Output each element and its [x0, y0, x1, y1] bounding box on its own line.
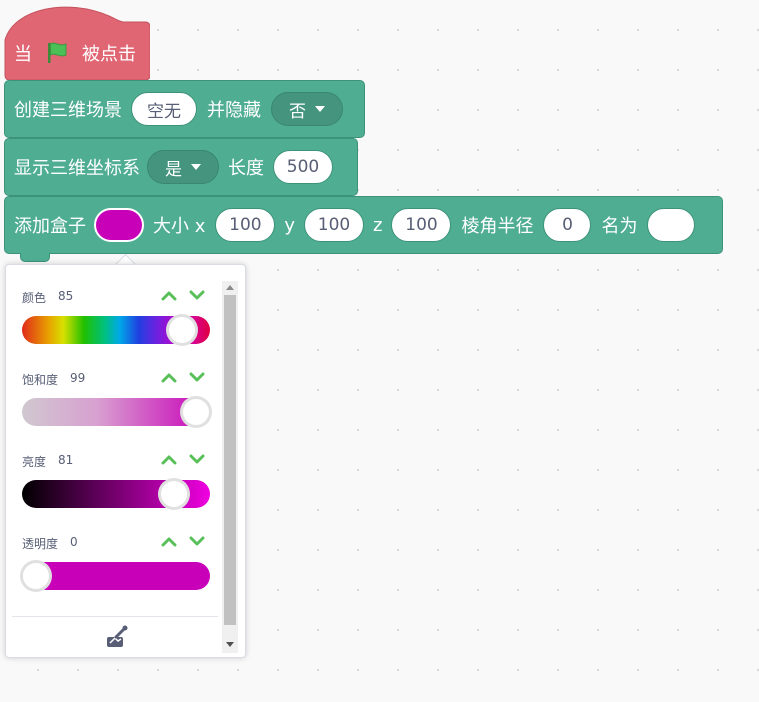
scroll-thumb[interactable]: [224, 295, 236, 625]
brightness-value: 81: [58, 453, 74, 467]
hue-value: 85: [58, 289, 74, 303]
brightness-increase-icon[interactable]: [161, 453, 177, 465]
transparency-row-label: 透明度 0: [22, 535, 78, 552]
brightness-slider-knob[interactable]: [158, 478, 191, 510]
create-3d-scene-block[interactable]: 创建三维场景 空无 并隐藏 否: [4, 80, 365, 138]
saturation-slider-knob[interactable]: [180, 396, 212, 428]
size-x-input[interactable]: 100: [215, 208, 276, 242]
add-box-block[interactable]: 添加盒子 大小 x 100 y 100 z 100 棱角半径 0 名为: [4, 196, 723, 254]
hue-increase-icon[interactable]: [161, 289, 177, 301]
add-box-label: 添加盒子: [14, 216, 86, 237]
scroll-up-icon[interactable]: [226, 285, 234, 290]
transparency-slider-knob[interactable]: [20, 560, 52, 592]
create-3d-scene-label: 创建三维场景: [14, 100, 122, 121]
scroll-down-icon[interactable]: [226, 642, 234, 647]
box-color-swatch[interactable]: [94, 208, 144, 242]
box-name-input[interactable]: [647, 208, 696, 242]
hide-dropdown-value: 否: [289, 101, 306, 122]
hue-row-label: 颜色 85: [22, 289, 73, 306]
name-as-label: 名为: [601, 216, 638, 237]
transparency-slider[interactable]: [20, 560, 210, 592]
and-hide-label: 并隐藏: [207, 100, 261, 121]
saturation-slider[interactable]: [22, 396, 212, 428]
show-3d-axes-label: 显示三维坐标系: [14, 158, 140, 179]
brightness-label: 亮度: [22, 455, 47, 469]
hat-prefix: 当: [14, 44, 32, 65]
length-label: 长度: [228, 158, 264, 179]
hue-label: 颜色: [22, 291, 47, 305]
brightness-row-label: 亮度 81: [22, 453, 73, 470]
hue-slider[interactable]: [22, 314, 210, 346]
color-picker-popup: 颜色 85 饱和度 99 亮度 81 透明度 0: [5, 264, 246, 658]
saturation-increase-icon[interactable]: [161, 371, 177, 383]
divider: [12, 616, 218, 617]
corner-radius-label: 棱角半径: [461, 216, 534, 237]
hat-block-label: 当 被点击: [14, 40, 136, 66]
green-flag-icon: [48, 42, 67, 63]
hat-suffix: 被点击: [82, 44, 136, 65]
saturation-decrease-icon[interactable]: [189, 371, 205, 383]
size-z-input[interactable]: 100: [391, 208, 452, 242]
block-notch: [20, 253, 50, 262]
size-x-label: 大小 x: [153, 216, 206, 237]
hide-dropdown[interactable]: 否: [271, 92, 343, 126]
transparency-decrease-icon[interactable]: [189, 535, 205, 547]
saturation-label: 饱和度: [22, 373, 59, 387]
corner-radius-input[interactable]: 0: [543, 208, 592, 242]
transparency-label: 透明度: [22, 537, 59, 551]
transparency-increase-icon[interactable]: [161, 535, 177, 547]
saturation-value: 99: [70, 371, 86, 385]
transparency-value: 0: [70, 535, 78, 549]
brightness-slider[interactable]: [22, 478, 210, 510]
z-label: z: [373, 214, 383, 236]
scene-name-input[interactable]: 空无: [131, 92, 197, 126]
axis-length-input[interactable]: 500: [273, 150, 333, 184]
show-3d-axes-block[interactable]: 显示三维坐标系 是 长度 500: [4, 138, 358, 196]
chevron-down-icon: [315, 106, 325, 112]
eyedropper-icon[interactable]: [105, 625, 129, 649]
saturation-row-label: 饱和度 99: [22, 371, 85, 388]
brightness-decrease-icon[interactable]: [189, 453, 205, 465]
hue-decrease-icon[interactable]: [189, 289, 205, 301]
size-y-input[interactable]: 100: [304, 208, 365, 242]
show-axes-dropdown-value: 是: [165, 159, 182, 180]
y-label: y: [284, 214, 296, 236]
hue-slider-knob[interactable]: [165, 314, 198, 346]
chevron-down-icon: [191, 164, 201, 170]
scrollbar[interactable]: [222, 281, 238, 653]
show-axes-dropdown[interactable]: 是: [147, 150, 219, 184]
